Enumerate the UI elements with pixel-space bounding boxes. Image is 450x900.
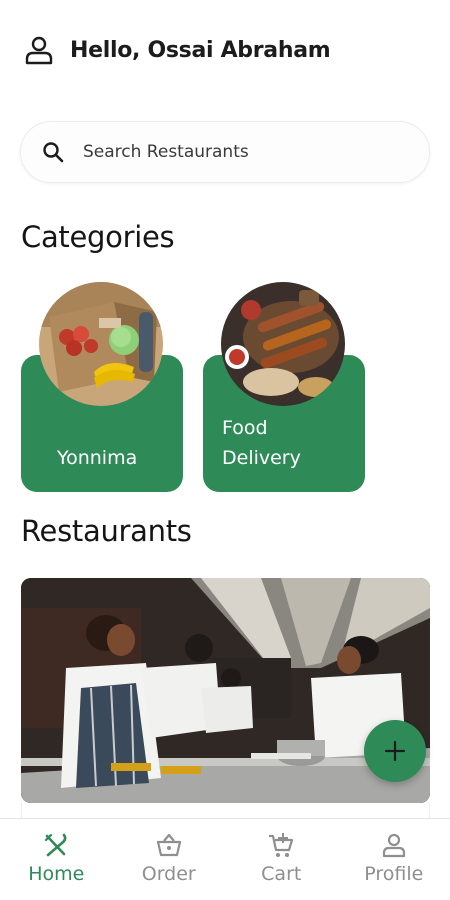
add-button[interactable] <box>364 720 426 782</box>
category-image-food-delivery[interactable] <box>221 282 345 406</box>
category-label-yonnima: Yonnima <box>57 447 138 469</box>
nav-label-cart: Cart <box>261 863 302 885</box>
nav-item-home[interactable]: Home <box>0 819 113 900</box>
bottom-navigation: Home Order Cart Profile <box>0 818 450 900</box>
categories-heading: Categories <box>21 220 175 254</box>
plus-icon <box>384 740 406 762</box>
category-label-delivery: Delivery <box>222 447 301 469</box>
fork-knife-icon <box>45 833 67 857</box>
cart-icon <box>269 833 294 857</box>
greeting-text: Hello, Ossai Abraham <box>70 37 331 63</box>
nav-label-order: Order <box>141 863 196 885</box>
person-icon <box>382 833 405 858</box>
category-image-yonnima[interactable] <box>39 282 163 406</box>
header: Hello, Ossai Abraham <box>24 30 331 70</box>
nav-item-profile[interactable]: Profile <box>338 819 450 900</box>
search-input[interactable] <box>83 142 383 162</box>
search-icon <box>43 142 64 163</box>
nav-item-order[interactable]: Order <box>113 819 226 900</box>
restaurant-card-image[interactable] <box>21 578 430 803</box>
basket-icon <box>156 833 181 857</box>
search-bar[interactable] <box>20 121 430 183</box>
nav-label-profile: Profile <box>364 863 424 885</box>
nav-item-cart[interactable]: Cart <box>225 819 338 900</box>
user-icon[interactable] <box>24 35 54 65</box>
restaurants-heading: Restaurants <box>21 514 192 548</box>
category-label-food: Food <box>222 417 268 439</box>
nav-label-home: Home <box>28 863 85 885</box>
